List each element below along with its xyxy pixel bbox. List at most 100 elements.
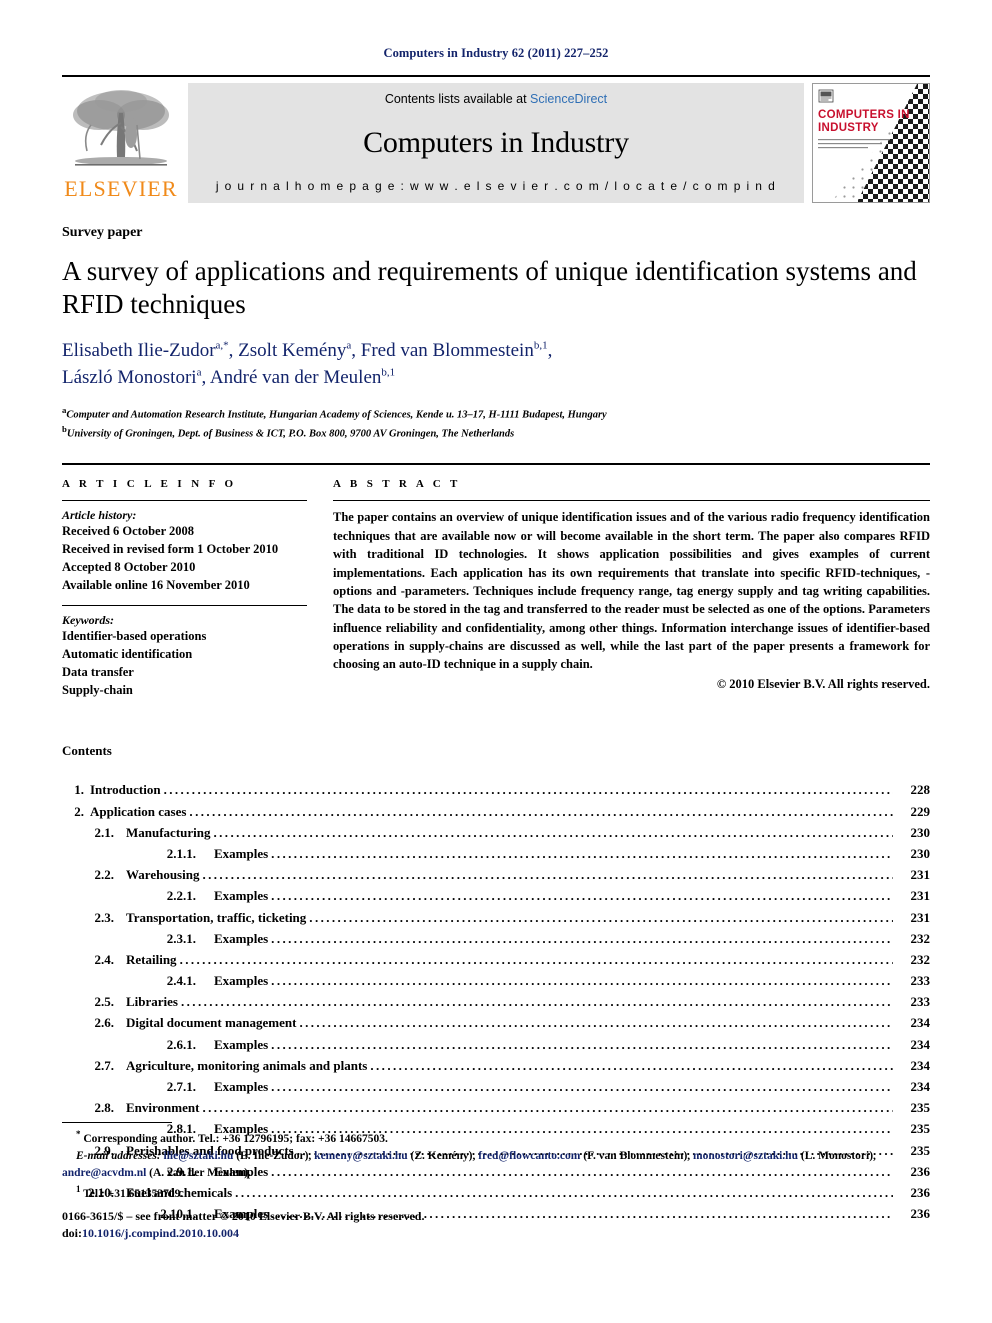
toc-entry[interactable]: 2.5. Libraries...........................…: [62, 991, 931, 1012]
toc-entry-page: 236: [910, 1206, 931, 1222]
toc-entry[interactable]: 2. Application cases.....................…: [62, 801, 930, 822]
author-mark: a: [196, 367, 202, 380]
toc-entry-page: 230: [910, 824, 931, 840]
article-title-block: Survey paper A survey of applications an…: [62, 203, 930, 441]
toc-leader-dots: ........................................…: [181, 994, 893, 1010]
toc-entry[interactable]: 1. Introduction..........................…: [62, 779, 930, 800]
toc-entry[interactable]: 2.3. Transportation, traffic, ticketing..…: [62, 907, 931, 928]
toc-entry[interactable]: 2.8. Environment.........................…: [62, 1097, 931, 1118]
toc-entry-page: 234: [910, 1015, 931, 1031]
history-item: Received in revised form 1 October 2010: [62, 542, 279, 557]
email-link[interactable]: andre@acvdm.nl: [62, 1167, 146, 1179]
divider: [333, 500, 930, 502]
svg-text:COMPUTERS IN: COMPUTERS IN: [818, 109, 910, 121]
doi-link[interactable]: 10.1016/j.compind.2010.10.004: [82, 1226, 239, 1240]
email-owner: (E. Ilie-Zudor),: [233, 1150, 315, 1163]
toc-leader-dots: ........................................…: [163, 782, 893, 798]
email-label: E-mail addresses:: [76, 1150, 161, 1163]
toc-leader-dots: ........................................…: [271, 1079, 893, 1095]
toc-entry-number: 2.5.: [94, 994, 115, 1010]
toc-entry[interactable]: 2.1. Manufacturing.......................…: [62, 822, 931, 843]
toc-entry-page: 232: [910, 951, 931, 967]
info-abstract-section: A R T I C L E I N F O Article history: R…: [62, 463, 930, 699]
toc-entry-page: 233: [910, 973, 931, 989]
author-name: Elisabeth Ilie-Zudor: [62, 339, 216, 361]
elsevier-tree-icon: [73, 90, 169, 166]
abstract-column: A B S T R A C T The paper contains an ov…: [333, 478, 930, 699]
journal-title: Computers in Industry: [363, 125, 629, 159]
toc-entry-label: Examples: [214, 1079, 269, 1095]
toc-entry-label: Examples: [214, 930, 269, 946]
article-info-heading: A R T I C L E I N F O: [62, 478, 237, 491]
footnote-corresponding-author: * Corresponding author. Tel.: +36 127961…: [62, 1128, 940, 1148]
issn-front-matter-line: 0166-3615/$ – see front matter © 2010 El…: [62, 1209, 425, 1223]
email-link[interactable]: kemeny@sztaki.hu: [314, 1150, 407, 1162]
svg-text:INDUSTRY: INDUSTRY: [818, 122, 879, 134]
email-owner: (F. van Blommestein),: [580, 1150, 694, 1163]
toc-entry[interactable]: 2.7. Agriculture, monitoring animals and …: [62, 1055, 931, 1076]
journal-homepage-line[interactable]: j o u r n a l h o m e p a g e : w w w . …: [216, 179, 776, 193]
affiliation-item: bUniversity of Groningen, Dept. of Busin…: [62, 423, 930, 442]
email-owner: (L. Monostori),: [797, 1150, 876, 1163]
toc-entry-number: 2.7.1.: [166, 1079, 196, 1095]
toc-entry[interactable]: 2.2. Warehousing.........................…: [62, 864, 931, 885]
toc-entry-label: Agriculture, monitoring animals and plan…: [126, 1057, 368, 1073]
toc-entry[interactable]: 2.7.1. Examples..........................…: [62, 1076, 930, 1097]
email-link[interactable]: fred@flowcanto.com: [478, 1150, 580, 1162]
toc-entry-number: 1.: [74, 782, 84, 798]
author-line-2: László Monostoria, André van der Meulenb…: [62, 367, 396, 389]
toc-entry-page: 229: [910, 803, 931, 819]
sciencedirect-link[interactable]: ScienceDirect: [530, 92, 607, 106]
toc-entry[interactable]: 2.4.1. Examples..........................…: [62, 970, 930, 991]
toc-entry-label: Examples: [214, 888, 269, 904]
journal-article-first-page: Computers in Industry 62 (2011) 227–252: [0, 0, 992, 1323]
email-owner: (A. van der Meulen).: [146, 1167, 251, 1180]
toc-entry-number: 2.4.: [94, 951, 115, 967]
masthead-center-panel: Contents lists available at ScienceDirec…: [188, 83, 804, 203]
history-item: Accepted 8 October 2010: [62, 559, 196, 574]
toc-entry-number: 2.6.1.: [166, 1036, 196, 1052]
toc-entry-label: Transportation, traffic, ticketing: [126, 909, 307, 925]
footnote-text: Tel.: +31 651353709.: [83, 1187, 184, 1200]
toc-entry-label: Application cases: [90, 803, 187, 819]
author-mark: b,1: [381, 367, 396, 380]
keyword-item: Automatic identification: [62, 647, 193, 662]
toc-entry[interactable]: 2.4. Retailing...........................…: [62, 949, 931, 970]
keywords-label: Keywords:: [62, 613, 114, 628]
page-title: A survey of applications and requirement…: [62, 256, 917, 319]
toc-entry[interactable]: 2.3.1. Examples..........................…: [62, 928, 930, 949]
author-mark: b,1: [533, 339, 548, 352]
affiliation-text: Computer and Automation Research Institu…: [66, 409, 607, 421]
article-info-column: A R T I C L E I N F O Article history: R…: [62, 478, 307, 699]
author-list: Elisabeth Ilie-Zudora,*, Zsolt Keménya, …: [62, 337, 930, 392]
abstract-heading: A B S T R A C T: [333, 478, 461, 491]
email-link[interactable]: monostori@sztaki.hu: [693, 1150, 798, 1162]
toc-leader-dots: ........................................…: [179, 951, 893, 967]
footnotes-section: * Corresponding author. Tel.: +36 127961…: [62, 1122, 940, 1203]
toc-entry-number: 2.3.1.: [166, 930, 196, 946]
toc-entry-number: 2.1.1.: [166, 845, 196, 861]
toc-entry-page: 233: [910, 994, 931, 1010]
cover-artwork: COMPUTERS IN INDUSTRY: [813, 84, 929, 202]
article-history-label: Article history:: [62, 508, 137, 523]
email-link[interactable]: ilie@sztaki.hu: [164, 1150, 234, 1162]
toc-entry[interactable]: 2.6.1. Examples..........................…: [62, 1034, 930, 1055]
elsevier-logo: ELSEVIER: [62, 83, 180, 200]
affiliation-text: University of Groningen, Dept. of Busine…: [66, 428, 515, 440]
toc-entry-page: 232: [910, 930, 931, 946]
toc-entry[interactable]: 2.6. Digital document management.........…: [62, 1012, 931, 1033]
toc-entry[interactable]: 2.1.1. Examples..........................…: [62, 843, 930, 864]
footnote-tel-note: 1 Tel.: +31 651353709.: [62, 1183, 940, 1203]
toc-entry-page: 234: [910, 1079, 931, 1095]
toc-leader-dots: ........................................…: [309, 909, 893, 925]
journal-cover-thumbnail: COMPUTERS IN INDUSTRY: [812, 83, 930, 203]
toc-entry-label: Digital document management: [126, 1015, 297, 1031]
toc-entry[interactable]: 2.2.1. Examples..........................…: [62, 885, 930, 906]
toc-entry-page: 231: [910, 888, 931, 904]
doi-label: doi:: [62, 1226, 83, 1241]
divider: [62, 605, 307, 607]
toc-entry-label: Examples: [214, 845, 269, 861]
author-name: André van der Meulen: [209, 367, 382, 389]
front-matter-block: 0166-3615/$ – see front matter © 2010 El…: [62, 1208, 424, 1243]
contents-lists-line: Contents lists available at ScienceDirec…: [385, 92, 607, 106]
